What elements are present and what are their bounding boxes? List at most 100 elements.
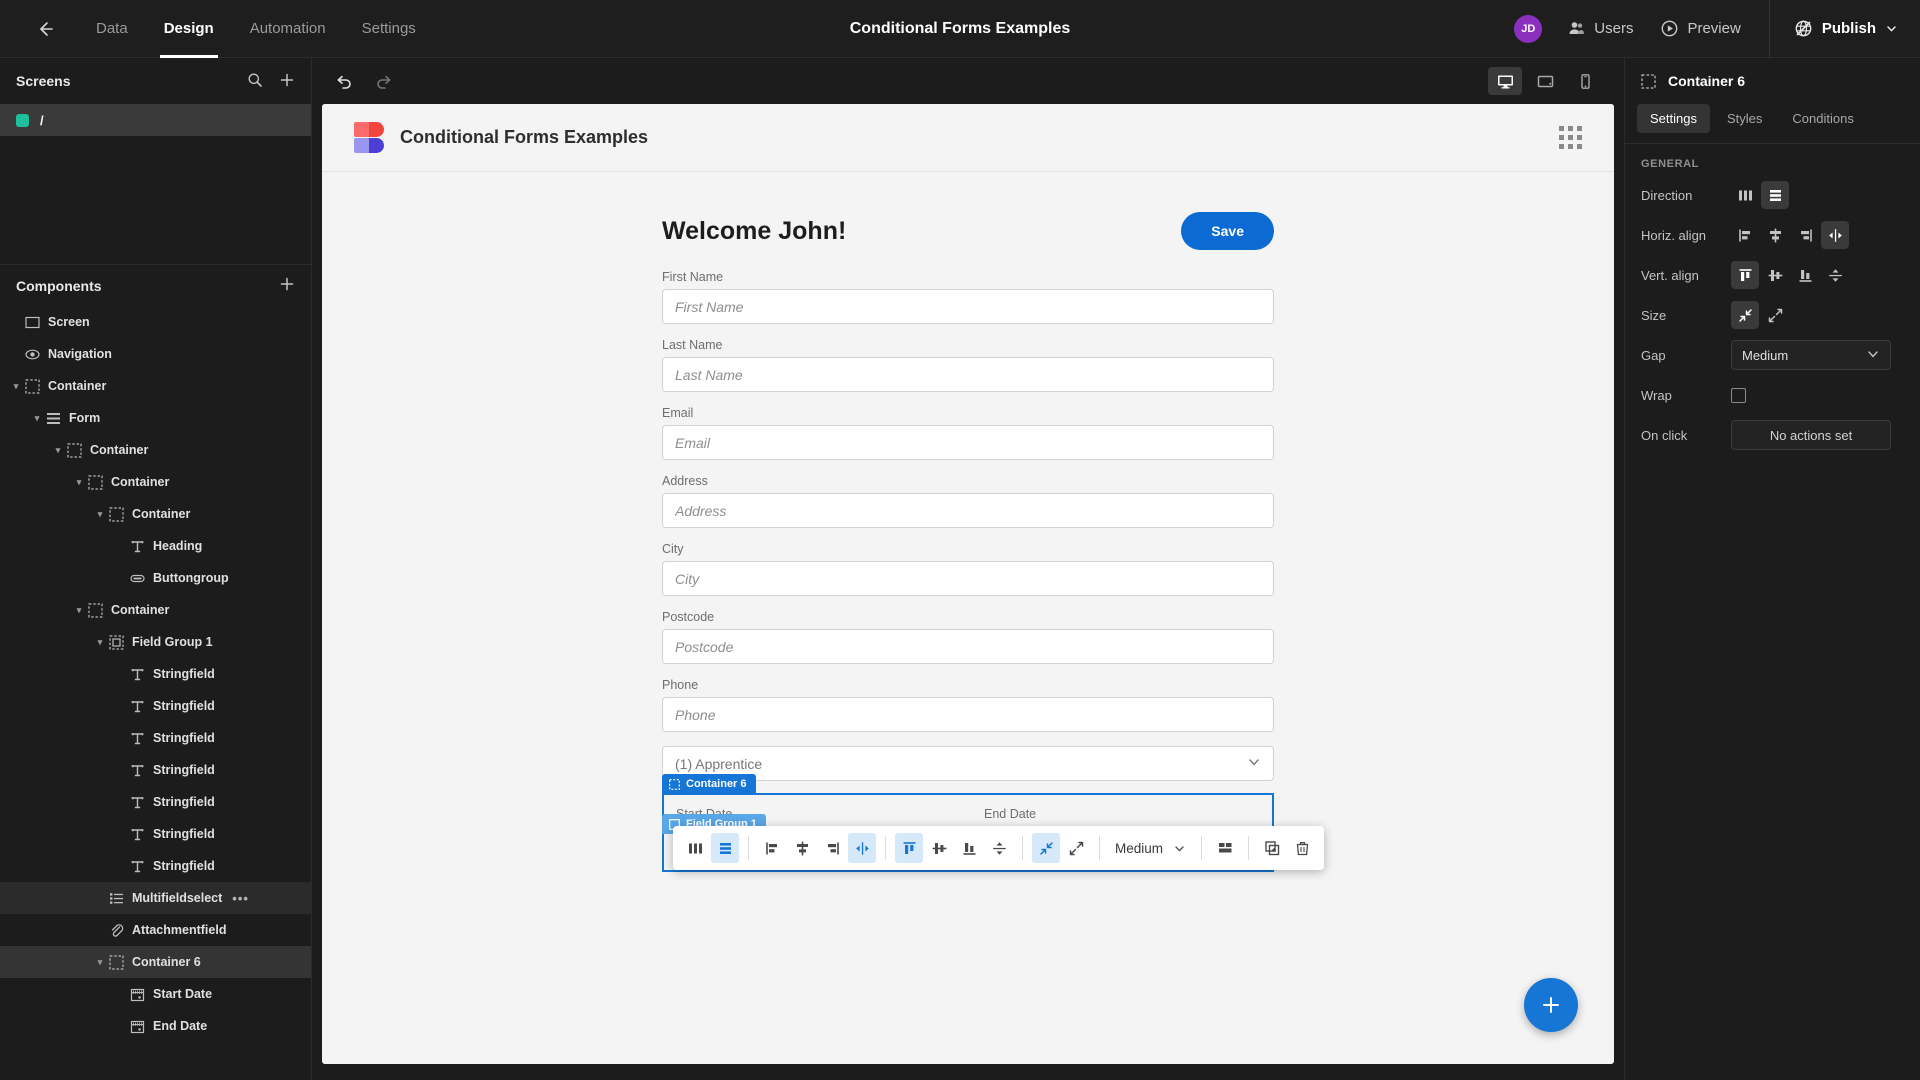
gap-select[interactable]: Medium [1731,340,1891,370]
horiz-align-row: Horiz. align [1625,218,1920,252]
tree-item-container[interactable]: ▾Container [0,498,311,530]
align-left-icon[interactable] [1731,221,1759,249]
nav-tab-automation[interactable]: Automation [232,0,344,58]
apps-grid-icon[interactable] [1559,126,1582,149]
field-input[interactable] [662,493,1274,528]
tree-item-menu-icon[interactable]: ••• [232,891,249,906]
chevron-down-icon [1866,347,1880,364]
size-grow-icon[interactable] [1761,301,1789,329]
tree-item-multifieldselect[interactable]: ▾Multifieldselect••• [0,882,311,914]
valign-stretch-icon[interactable] [985,833,1013,863]
publish-globe-icon [1794,19,1813,38]
field-input[interactable] [662,425,1274,460]
tree-item-field-group-1[interactable]: ▾Field Group 1 [0,626,311,658]
valign-middle-icon[interactable] [1761,261,1789,289]
tree-item-attachmentfield[interactable]: ▾Attachmentfield [0,914,311,946]
tree-item-stringfield[interactable]: ▾Stringfield [0,658,311,690]
tree-item-container[interactable]: ▾Container [0,434,311,466]
tree-item-stringfield[interactable]: ▾Stringfield [0,818,311,850]
search-icon[interactable] [247,72,263,91]
add-screen-icon[interactable] [279,72,295,91]
chevron-down-icon[interactable]: ▾ [52,445,64,456]
tree-item-form[interactable]: ▾Form [0,402,311,434]
back-button[interactable] [22,0,68,58]
chevron-down-icon[interactable]: ▾ [94,637,106,648]
chevron-down-icon[interactable]: ▾ [10,381,22,392]
add-component-icon[interactable] [279,276,295,295]
gap-select[interactable]: Medium [1109,841,1192,856]
tree-item-container[interactable]: ▾Container [0,594,311,626]
add-component-fab[interactable] [1524,978,1578,1032]
align-left-icon[interactable] [758,833,786,863]
undo-icon[interactable] [334,72,353,91]
size-shrink-icon[interactable] [1032,833,1060,863]
avatar[interactable]: JD [1514,15,1542,43]
nav-tab-design[interactable]: Design [146,0,232,58]
tree-item-navigation[interactable]: ▾Navigation [0,338,311,370]
valign-bottom-icon[interactable] [1791,261,1819,289]
valign-middle-icon[interactable] [925,833,953,863]
field-input[interactable] [662,697,1274,732]
valign-top-icon[interactable] [1731,261,1759,289]
duplicate-icon[interactable] [1258,833,1286,863]
device-tablet-button[interactable] [1528,67,1562,95]
valign-stretch-icon[interactable] [1821,261,1849,289]
tree-item-end-date[interactable]: ▾End Date [0,1010,311,1042]
direction-column-icon[interactable] [681,833,709,863]
chevron-down-icon[interactable]: ▾ [73,477,85,488]
nav-tab-settings[interactable]: Settings [344,0,434,58]
tree-item-stringfield[interactable]: ▾Stringfield [0,754,311,786]
direction-column-icon[interactable] [1731,181,1759,209]
tree-item-stringfield[interactable]: ▾Stringfield [0,850,311,882]
tree-item-container-6[interactable]: ▾Container 6 [0,946,311,978]
direction-row-icon[interactable] [1761,181,1789,209]
size-shrink-icon[interactable] [1731,301,1759,329]
nav-tab-data[interactable]: Data [78,0,146,58]
wrap-checkbox[interactable] [1731,388,1746,403]
valign-top-icon[interactable] [895,833,923,863]
chevron-down-icon[interactable]: ▾ [94,509,106,520]
tree-item-container[interactable]: ▾Container [0,466,311,498]
align-space-between-icon[interactable] [848,833,876,863]
tab-styles[interactable]: Styles [1714,104,1775,133]
chevron-down-icon[interactable]: ▾ [94,957,106,968]
align-right-icon[interactable] [1791,221,1819,249]
chevron-down-icon[interactable]: ▾ [31,413,43,424]
field-input[interactable] [662,561,1274,596]
align-right-icon[interactable] [818,833,846,863]
chevron-down-icon[interactable]: ▾ [73,605,85,616]
tree-item-buttongroup[interactable]: ▾Buttongroup [0,562,311,594]
tree-item-screen[interactable]: ▾Screen [0,306,311,338]
direction-row-icon[interactable] [711,833,739,863]
form-field-email: Email [662,406,1274,460]
trash-icon[interactable] [1288,833,1316,863]
layout-icon[interactable] [1211,833,1239,863]
size-grow-icon[interactable] [1062,833,1090,863]
redo-icon[interactable] [375,72,394,91]
tab-conditions[interactable]: Conditions [1779,104,1866,133]
tree-item-container[interactable]: ▾Container [0,370,311,402]
tab-settings[interactable]: Settings [1637,104,1710,133]
selection-badge[interactable]: Container 6 [662,774,756,794]
tree-item-heading[interactable]: ▾Heading [0,530,311,562]
align-space-between-icon[interactable] [1821,221,1849,249]
tree-item-stringfield[interactable]: ▾Stringfield [0,786,311,818]
users-button[interactable]: Users [1568,20,1633,37]
onclick-action-button[interactable]: No actions set [1731,420,1891,450]
tree-item-stringfield[interactable]: ▾Stringfield [0,722,311,754]
valign-bottom-icon[interactable] [955,833,983,863]
publish-button[interactable]: Publish [1794,19,1898,38]
field-input[interactable] [662,289,1274,324]
tree-item-start-date[interactable]: ▾Start Date [0,978,311,1010]
preview-button[interactable]: Preview [1661,20,1740,37]
save-button[interactable]: Save [1181,212,1274,250]
sidebar-item-root-screen[interactable]: / [0,104,311,136]
align-center-icon[interactable] [788,833,816,863]
device-desktop-button[interactable] [1488,67,1522,95]
tree-item-stringfield[interactable]: ▾Stringfield [0,690,311,722]
field-input[interactable] [662,629,1274,664]
device-mobile-button[interactable] [1568,67,1602,95]
field-label: First Name [662,270,1274,284]
field-input[interactable] [662,357,1274,392]
align-center-icon[interactable] [1761,221,1789,249]
